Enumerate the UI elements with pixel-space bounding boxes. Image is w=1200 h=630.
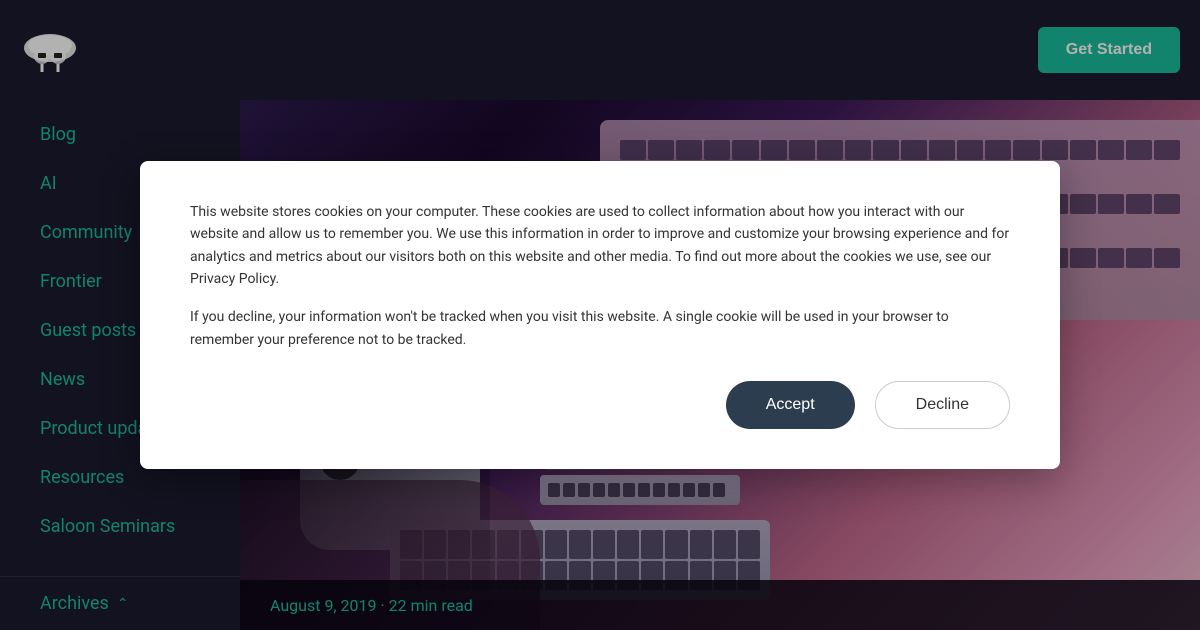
cookie-buttons: Accept Decline: [190, 381, 1010, 429]
cookie-modal: This website stores cookies on your comp…: [140, 161, 1060, 469]
decline-button[interactable]: Decline: [875, 381, 1010, 429]
cookie-secondary-text: If you decline, your information won't b…: [190, 306, 1010, 351]
cookie-overlay: This website stores cookies on your comp…: [0, 0, 1200, 630]
cookie-main-text: This website stores cookies on your comp…: [190, 201, 1010, 291]
accept-button[interactable]: Accept: [726, 381, 855, 429]
